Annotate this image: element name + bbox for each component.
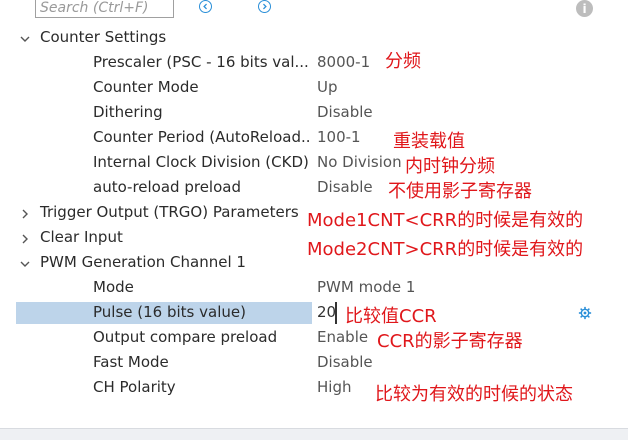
annotation-preload: CCR的影子寄存器 <box>377 331 523 352</box>
property-row-counter-mode[interactable]: Counter Mode Up <box>0 76 628 101</box>
property-value[interactable]: Up <box>317 78 338 96</box>
property-value[interactable]: Disable <box>317 103 373 121</box>
pulse-value-text: 20 <box>317 303 337 321</box>
chevron-right-icon <box>263 3 267 10</box>
property-row-output-compare-preload[interactable]: Output compare preload Enable <box>0 326 628 351</box>
chevron-right-icon[interactable] <box>19 208 31 220</box>
property-value[interactable]: No Division <box>317 153 402 171</box>
annotation-pulse: 比较值CCR <box>345 306 437 327</box>
property-name: Fast Mode <box>93 353 169 371</box>
previous-button[interactable] <box>199 0 212 13</box>
property-name: Dithering <box>93 103 163 121</box>
property-name: Counter Mode <box>93 78 199 96</box>
property-name: Output compare preload <box>93 328 278 346</box>
annotation-mode1: Mode1CNT<CRR的时候是有效的 <box>307 210 584 231</box>
property-row-pulse[interactable]: Pulse (16 bits value) 20 <box>0 301 628 326</box>
group-label: Counter Settings <box>40 28 167 46</box>
annotation-arpe: 不使用影子寄存器 <box>388 181 532 202</box>
property-value[interactable]: High <box>317 378 351 396</box>
property-name: Pulse (16 bits value) <box>93 303 246 321</box>
group-label: PWM Generation Channel 1 <box>40 253 246 271</box>
property-value[interactable]: 100-1 <box>317 128 361 146</box>
property-name: Internal Clock Division (CKD) <box>93 153 309 171</box>
group-counter-settings[interactable]: Counter Settings <box>0 26 628 51</box>
property-row-fast-mode[interactable]: Fast Mode Disable <box>0 351 628 376</box>
annotation-ckd: 内时钟分频 <box>405 156 495 177</box>
property-name: auto-reload preload <box>93 178 241 196</box>
property-value[interactable]: Disable <box>317 353 373 371</box>
search-field[interactable] <box>35 0 174 18</box>
property-name: CH Polarity <box>93 378 176 396</box>
annotation-mode2: Mode2CNT>CRR的时候是有效的 <box>307 239 584 260</box>
chevron-down-icon[interactable] <box>19 258 31 270</box>
group-label: Clear Input <box>40 228 123 246</box>
property-value[interactable]: 8000-1 <box>317 53 370 71</box>
property-row-counter-period[interactable]: Counter Period (AutoReload... 100-1 <box>0 126 628 151</box>
pulse-value-input[interactable]: 20 <box>313 302 337 324</box>
property-name: Prescaler (PSC - 16 bits val... <box>93 53 309 71</box>
property-row-auto-reload-preload[interactable]: auto-reload preload Disable <box>0 176 628 201</box>
property-value[interactable]: PWM mode 1 <box>317 278 415 296</box>
property-row-clock-division[interactable]: Internal Clock Division (CKD) No Divisio… <box>0 151 628 176</box>
property-value[interactable]: Enable <box>317 328 368 346</box>
group-label: Trigger Output (TRGO) Parameters <box>40 203 299 221</box>
annotation-period: 重装载值 <box>393 131 465 152</box>
property-name: Counter Period (AutoReload... <box>93 128 311 146</box>
info-icon[interactable]: i <box>576 0 593 17</box>
property-row-prescaler[interactable]: Prescaler (PSC - 16 bits val... 8000-1 <box>0 51 628 76</box>
annotation-polarity: 比较为有效的时候的状态 <box>375 384 573 405</box>
info-glyph: i <box>582 1 587 16</box>
property-row-mode[interactable]: Mode PWM mode 1 <box>0 276 628 301</box>
annotation-prescaler: 分频 <box>385 51 421 72</box>
property-value[interactable]: Disable <box>317 178 373 196</box>
search-input[interactable] <box>36 0 173 18</box>
chevron-right-icon[interactable] <box>19 233 31 245</box>
property-name: Mode <box>93 278 134 296</box>
gear-icon[interactable] <box>578 306 592 320</box>
bottom-panel-edge <box>0 428 628 440</box>
next-button[interactable] <box>258 0 271 13</box>
chevron-left-icon <box>203 3 207 10</box>
property-row-dithering[interactable]: Dithering Disable <box>0 101 628 126</box>
chevron-down-icon[interactable] <box>19 33 31 45</box>
